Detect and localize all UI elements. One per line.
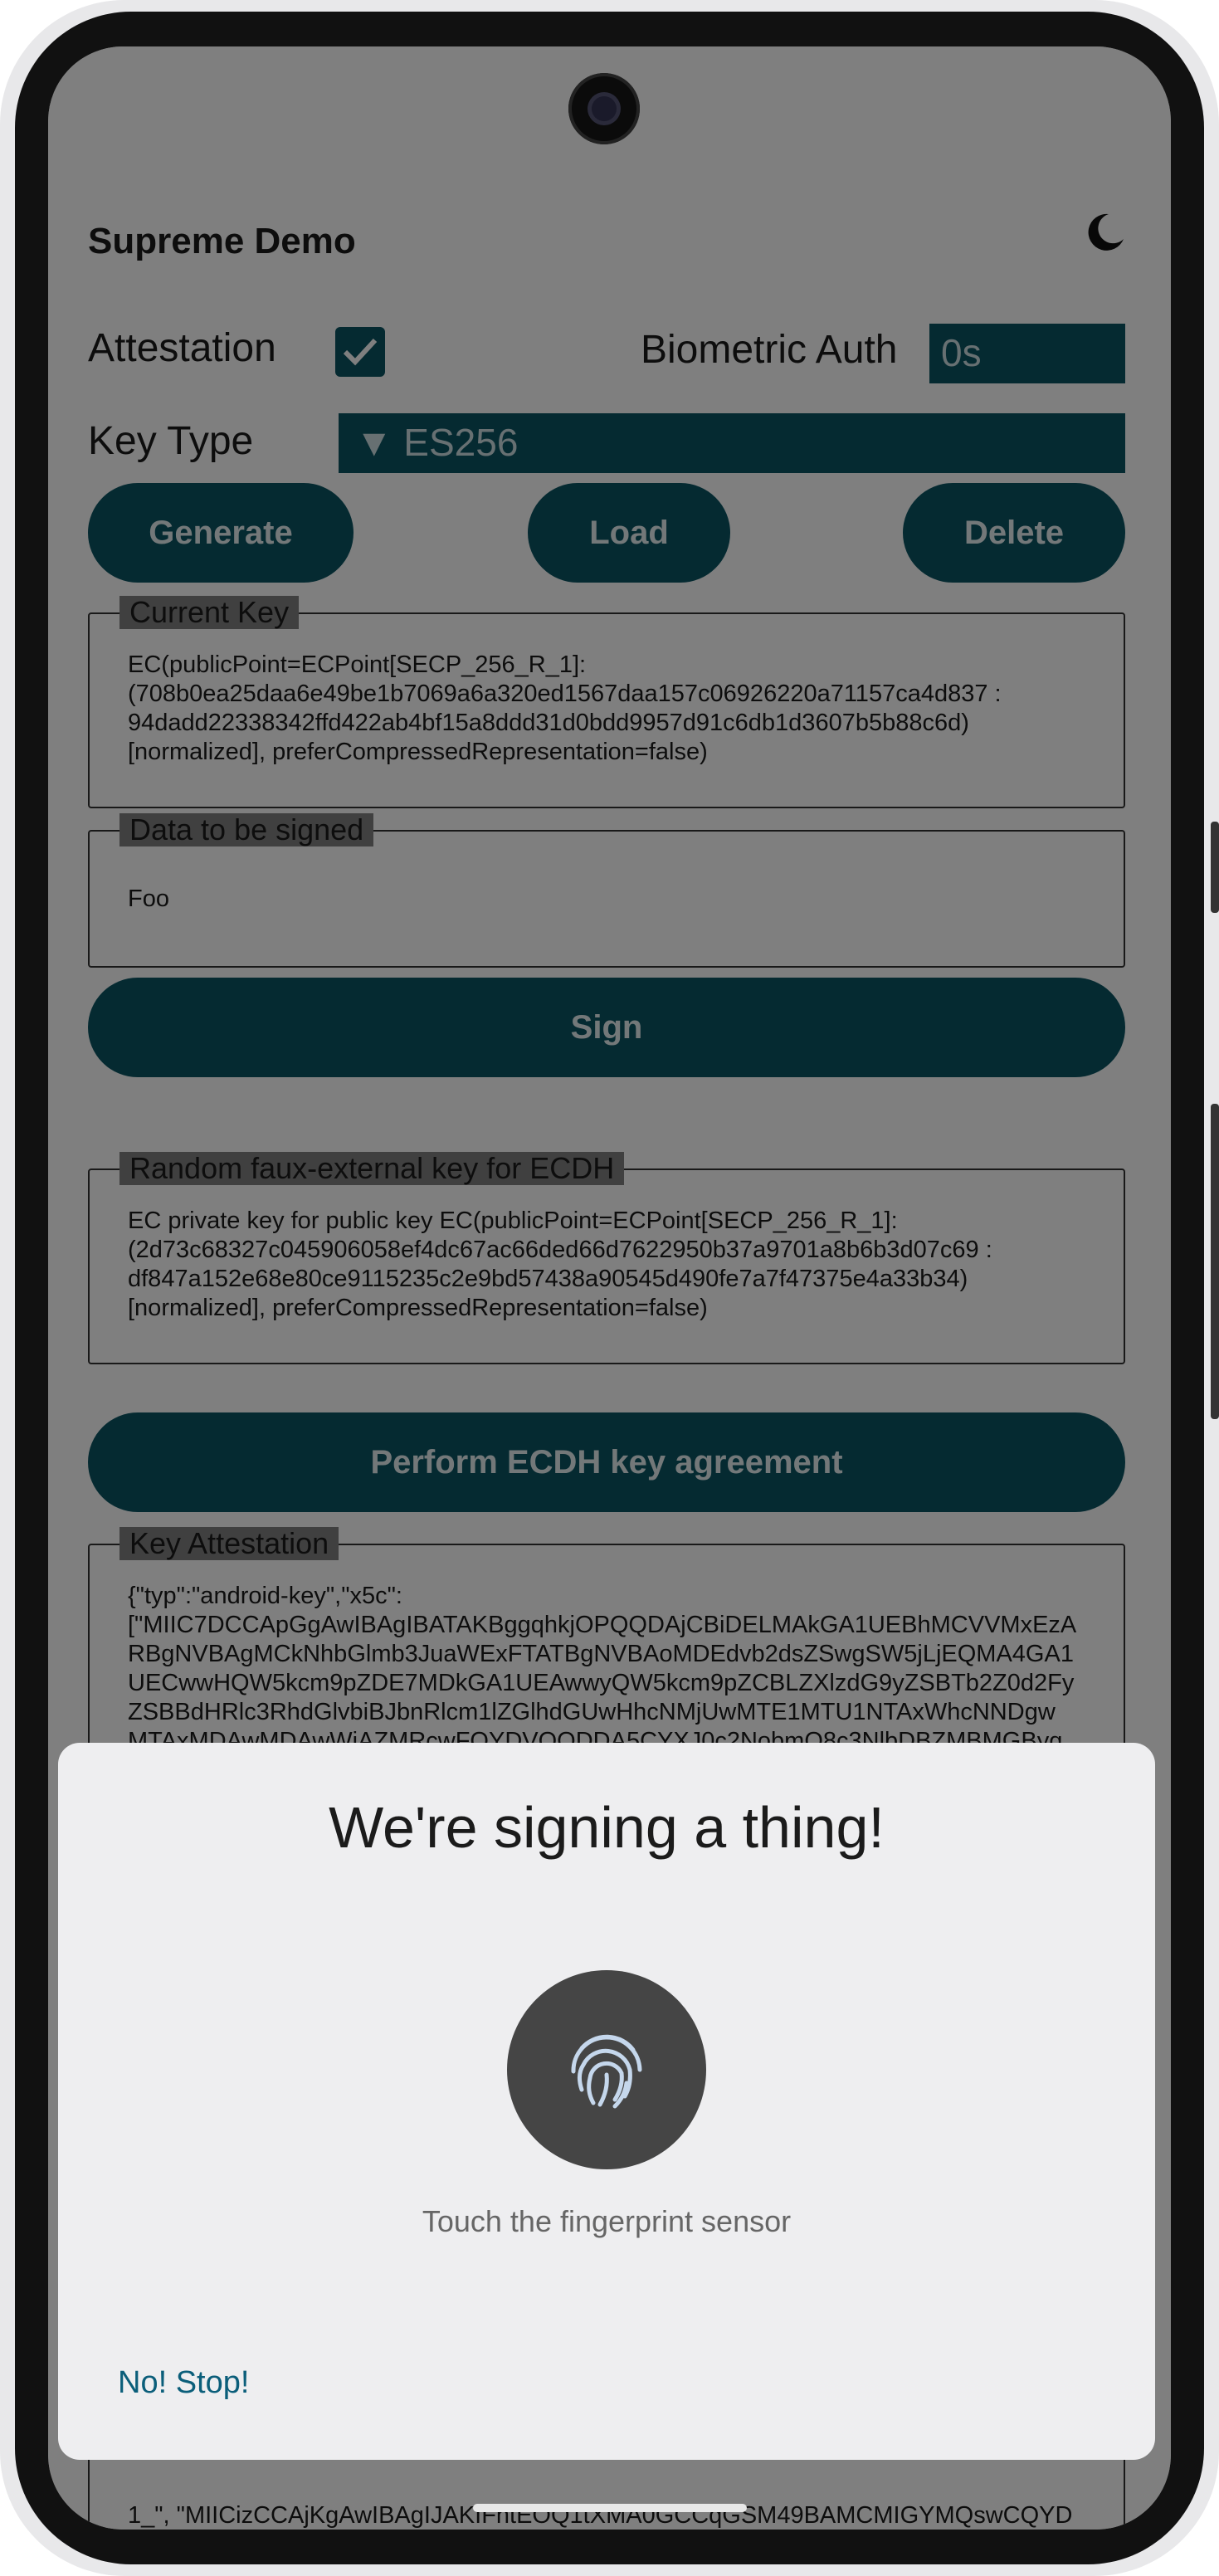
- fingerprint-icon: [507, 1970, 706, 2169]
- dialog-title: We're signing a thing!: [329, 1795, 885, 1860]
- power-button: [1211, 1104, 1219, 1419]
- biometric-dialog: We're signing a thing! Touch the fingerp…: [58, 1743, 1155, 2460]
- volume-button: [1211, 822, 1219, 913]
- dialog-negative-button[interactable]: No! Stop!: [118, 2365, 249, 2401]
- device-screen: Supreme Demo Attestation Biometric Auth …: [48, 46, 1171, 2530]
- dialog-hint: Touch the fingerprint sensor: [422, 2204, 792, 2238]
- front-camera: [568, 73, 640, 144]
- home-indicator[interactable]: [473, 2504, 747, 2512]
